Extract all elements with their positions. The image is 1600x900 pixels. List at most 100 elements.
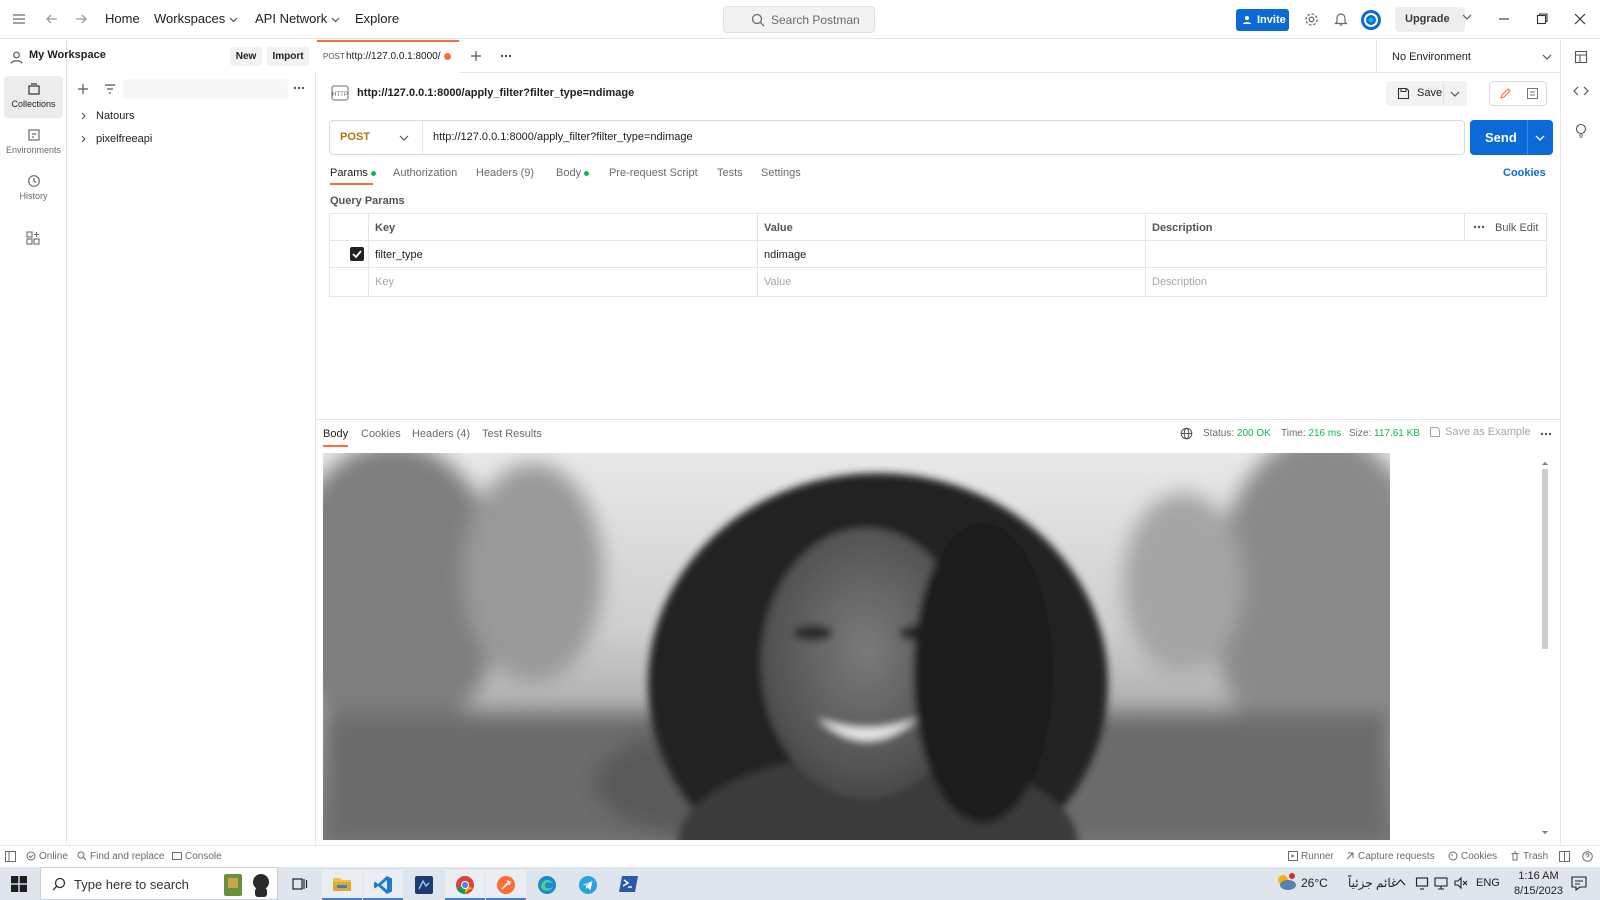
weather-cloud-icon[interactable] [1275,872,1297,892]
new-param-description-input[interactable]: Description [1152,276,1207,288]
request-tab[interactable]: POST http://127.0.0.1:8000/ [317,40,459,73]
close-icon[interactable] [1574,13,1586,25]
toggle-sidebar-icon[interactable] [5,851,19,862]
minimize-icon[interactable] [1498,13,1510,25]
notification-center-icon[interactable] [1571,875,1587,891]
nav-home[interactable]: Home [105,11,140,26]
online-status[interactable]: Online [26,851,68,862]
back-arrow-icon[interactable] [45,12,59,26]
tab-headers[interactable]: Headers (9) [476,167,534,179]
globe-icon[interactable] [1180,427,1193,440]
avatar[interactable] [1360,9,1382,31]
help-icon[interactable] [1582,851,1596,862]
clock-time[interactable]: 1:16 AM [1511,870,1566,882]
response-tab-body[interactable]: Body [323,428,348,440]
environment-quick-look-icon[interactable] [1574,50,1588,64]
param-key[interactable]: filter_type [375,249,423,261]
new-button[interactable]: New [230,47,262,66]
new-tab-plus-icon[interactable] [470,50,482,62]
filter-icon[interactable] [104,83,116,95]
volume-muted-icon[interactable] [1454,876,1468,890]
response-more-options-icon[interactable] [1540,432,1552,436]
invite-button[interactable]: Invite [1236,9,1289,31]
cookies-link[interactable]: Cookies [1503,167,1546,179]
code-icon[interactable] [1573,85,1589,97]
save-button[interactable]: Save [1386,81,1467,106]
task-view-icon[interactable] [280,870,320,900]
request-name[interactable]: http://127.0.0.1:8000/apply_filter?filte… [357,87,634,99]
response-tab-cookies[interactable]: Cookies [361,428,401,440]
nav-explore[interactable]: Explore [355,11,399,26]
postman-icon[interactable] [486,870,526,900]
response-time[interactable]: Time: 216 ms [1281,428,1341,439]
chevron-up-icon[interactable] [1395,878,1406,886]
network-icon[interactable] [1434,876,1448,890]
trash-button[interactable]: Trash [1510,851,1548,862]
two-pane-view-icon[interactable] [1559,851,1573,862]
nav-workspaces[interactable]: Workspaces [154,11,238,26]
response-size[interactable]: Size: 117.61 KB [1349,428,1420,439]
new-param-key-input[interactable]: Key [375,276,394,288]
notification-bell-icon[interactable] [1334,12,1348,27]
maximize-icon[interactable] [1536,13,1548,25]
tab-pre-request-script[interactable]: Pre-request Script [609,167,698,179]
param-value[interactable]: ndimage [764,249,806,261]
more-options-icon[interactable] [293,86,305,90]
telegram-icon[interactable] [568,870,608,900]
hamburger-menu-icon[interactable] [12,12,26,26]
tab-more-options-icon[interactable] [500,54,512,58]
import-button[interactable]: Import [267,47,309,66]
find-replace-button[interactable]: Find and replace [77,851,165,862]
collection-search-input[interactable] [123,79,288,99]
taskbar-search-input[interactable]: Type here to search [40,867,278,900]
pane-divider[interactable] [317,419,1560,420]
tab-settings[interactable]: Settings [761,167,801,179]
param-checkbox[interactable] [350,247,364,261]
forward-arrow-icon[interactable] [74,12,88,26]
collection-item-pixelfreeapi[interactable]: pixelfreeapi [80,133,152,145]
url-input[interactable]: http://127.0.0.1:8000/apply_filter?filte… [433,131,693,143]
search-input[interactable]: Search Postman [723,6,875,33]
tab-tests[interactable]: Tests [717,167,743,179]
collection-item-natours[interactable]: Natours [80,110,135,122]
save-as-example-button[interactable]: Save as Example [1429,426,1531,438]
more-options-icon[interactable] [1473,225,1485,229]
weather-text[interactable]: غائم جزئياً [1348,876,1397,890]
powershell-icon[interactable] [609,870,649,900]
tab-params[interactable]: Params [330,167,376,179]
workspace-name[interactable]: My Workspace [29,49,106,61]
add-collection-icon[interactable] [77,83,89,95]
method-select[interactable]: POST [330,121,423,154]
rail-item-history[interactable]: History [4,168,63,210]
documentation-icon[interactable] [1526,87,1539,100]
input-language[interactable]: ENG [1476,877,1500,889]
response-scrollbar[interactable] [1540,459,1550,837]
display-icon[interactable] [1415,876,1429,890]
weather-temperature[interactable]: 26°C [1301,876,1328,890]
tab-body[interactable]: Body [556,167,590,179]
rail-item-environments[interactable]: Environments [4,122,63,164]
bulk-edit-link[interactable]: Bulk Edit [1495,222,1538,234]
windows-start-icon[interactable] [11,876,27,892]
runner-button[interactable]: Runner [1288,851,1334,862]
send-button[interactable]: Send [1470,120,1553,155]
upgrade-button[interactable]: Upgrade [1395,7,1465,32]
response-tab-headers[interactable]: Headers (4) [412,428,470,440]
edit-pencil-icon[interactable] [1499,87,1512,100]
dev-tool-icon[interactable] [404,870,444,900]
upgrade-chevron-down-icon[interactable] [1462,12,1472,22]
settings-gear-icon[interactable] [1304,12,1319,27]
capture-requests-button[interactable]: Capture requests [1345,851,1435,862]
rail-item-collections[interactable]: Collections [4,76,63,118]
response-status[interactable]: Status: 200 OK [1203,428,1271,439]
new-param-value-input[interactable]: Value [764,276,791,288]
environment-selector[interactable]: No Environment [1376,40,1560,73]
clock-date[interactable]: 8/15/2023 [1511,885,1566,897]
console-button[interactable]: Console [172,851,222,862]
nav-api-network[interactable]: API Network [255,11,340,26]
file-explorer-icon[interactable] [322,870,362,900]
tab-authorization[interactable]: Authorization [393,167,457,179]
cookies-button[interactable]: Cookies [1448,851,1497,862]
response-tab-test-results[interactable]: Test Results [482,428,542,440]
vscode-icon[interactable] [363,870,403,900]
